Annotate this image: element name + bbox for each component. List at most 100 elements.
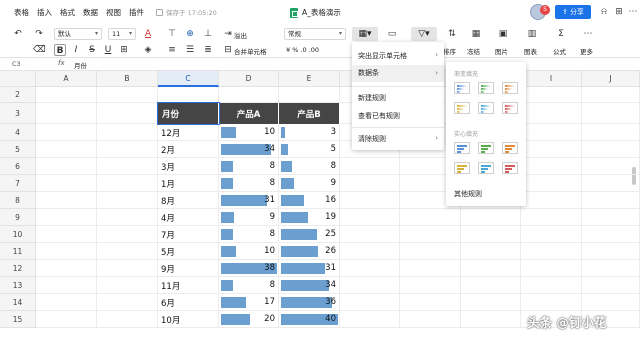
- cell[interactable]: [582, 103, 640, 124]
- fill-color-icon[interactable]: ◈: [142, 44, 154, 56]
- month-cell[interactable]: 11月: [158, 277, 219, 294]
- cell[interactable]: [461, 209, 521, 226]
- product-b-cell[interactable]: 36: [279, 294, 340, 311]
- month-cell[interactable]: 12月: [158, 124, 219, 141]
- cell[interactable]: [97, 175, 158, 192]
- cell[interactable]: [340, 243, 400, 260]
- number-format-select[interactable]: 常规 ▾: [284, 28, 346, 40]
- cell[interactable]: [36, 158, 97, 175]
- menu-data[interactable]: 数据: [79, 7, 102, 18]
- month-cell[interactable]: 8月: [158, 192, 219, 209]
- cell[interactable]: [582, 209, 640, 226]
- cell[interactable]: [582, 226, 640, 243]
- product-a-cell[interactable]: 31: [219, 192, 279, 209]
- row-header-5[interactable]: 5: [0, 141, 36, 158]
- cell[interactable]: [97, 277, 158, 294]
- menu-view[interactable]: 视图: [102, 7, 125, 18]
- product-b-cell[interactable]: 5: [279, 141, 340, 158]
- gradient-databar-icon[interactable]: [478, 82, 494, 94]
- cell[interactable]: [461, 243, 521, 260]
- row-header-4[interactable]: 4: [0, 124, 36, 141]
- cell[interactable]: [461, 277, 521, 294]
- cell[interactable]: [97, 124, 158, 141]
- row-header-9[interactable]: 9: [0, 209, 36, 226]
- sort-icon[interactable]: ⇅: [446, 28, 458, 40]
- month-cell[interactable]: 6月: [158, 294, 219, 311]
- wrap-label[interactable]: 溢出: [234, 30, 247, 40]
- gradient-databar-icon[interactable]: [454, 102, 470, 114]
- row-header-6[interactable]: 6: [0, 158, 36, 175]
- month-cell[interactable]: 1月: [158, 175, 219, 192]
- cell[interactable]: [279, 87, 340, 103]
- gradient-databar-icon[interactable]: [478, 102, 494, 114]
- row-header-8[interactable]: 8: [0, 192, 36, 209]
- cell[interactable]: [400, 243, 461, 260]
- product-b-cell[interactable]: 25: [279, 226, 340, 243]
- solid-databar-icon[interactable]: [502, 142, 518, 154]
- column-header-c[interactable]: C: [158, 71, 219, 87]
- cell[interactable]: [400, 209, 461, 226]
- cell[interactable]: [400, 226, 461, 243]
- border-icon[interactable]: ⊞: [118, 44, 130, 56]
- menu-data-bars[interactable]: 数据条: [352, 65, 444, 82]
- cell[interactable]: [461, 260, 521, 277]
- cell[interactable]: [36, 226, 97, 243]
- cell[interactable]: [521, 124, 582, 141]
- more-label[interactable]: 更多: [580, 46, 593, 56]
- cell[interactable]: [461, 226, 521, 243]
- cell[interactable]: [340, 277, 400, 294]
- product-b-cell[interactable]: 16: [279, 192, 340, 209]
- cell[interactable]: [97, 103, 158, 124]
- cell[interactable]: [340, 260, 400, 277]
- eraser-icon[interactable]: ⌫: [33, 44, 46, 56]
- font-family-select[interactable]: 默认 ▾: [54, 28, 102, 40]
- product-b-cell[interactable]: 9: [279, 175, 340, 192]
- row-header-15[interactable]: 15: [0, 311, 36, 328]
- cell[interactable]: [400, 260, 461, 277]
- more-tools-icon[interactable]: ⋯: [582, 28, 594, 40]
- cell[interactable]: [97, 209, 158, 226]
- menu-view-rules[interactable]: 查看已有规则: [358, 111, 400, 121]
- column-header-e[interactable]: E: [279, 71, 340, 87]
- dashboard-icon[interactable]: ⊞: [614, 7, 624, 17]
- cell[interactable]: [582, 175, 640, 192]
- cell[interactable]: [521, 87, 582, 103]
- wrap-icon[interactable]: ⇥: [222, 28, 234, 40]
- gradient-databar-icon[interactable]: [502, 82, 518, 94]
- month-cell[interactable]: 3月: [158, 158, 219, 175]
- align-center-icon[interactable]: ☰: [184, 44, 196, 56]
- cell[interactable]: [582, 141, 640, 158]
- month-cell[interactable]: 4月: [158, 209, 219, 226]
- cell[interactable]: [521, 175, 582, 192]
- conditional-format-button[interactable]: ▦▾: [352, 27, 378, 41]
- cell[interactable]: [219, 87, 279, 103]
- product-a-cell[interactable]: 10: [219, 124, 279, 141]
- product-a-cell[interactable]: 8: [219, 175, 279, 192]
- cell[interactable]: [36, 260, 97, 277]
- month-cell[interactable]: 7月: [158, 226, 219, 243]
- column-header-j[interactable]: J: [582, 71, 640, 87]
- currency-format-button[interactable]: ¥ % .0 .00: [286, 46, 319, 54]
- cell[interactable]: [36, 243, 97, 260]
- column-header-b[interactable]: B: [97, 71, 158, 87]
- product-b-cell[interactable]: 3: [279, 124, 340, 141]
- formula-icon[interactable]: Σ: [555, 28, 567, 40]
- cell[interactable]: [582, 294, 640, 311]
- bold-button[interactable]: B: [54, 44, 66, 56]
- image-label[interactable]: 图片: [495, 46, 508, 56]
- column-header-d[interactable]: D: [219, 71, 279, 87]
- cell[interactable]: [340, 158, 400, 175]
- header-product-b[interactable]: 产品B: [279, 103, 340, 124]
- cell[interactable]: [582, 243, 640, 260]
- product-a-cell[interactable]: 8: [219, 277, 279, 294]
- cell[interactable]: [521, 209, 582, 226]
- align-middle-icon[interactable]: ⊕: [184, 28, 196, 40]
- gradient-databar-icon[interactable]: [502, 102, 518, 114]
- row-header-13[interactable]: 13: [0, 277, 36, 294]
- sort-label[interactable]: 排序: [443, 46, 456, 56]
- cell[interactable]: [340, 226, 400, 243]
- align-right-icon[interactable]: ≣: [202, 44, 214, 56]
- cell[interactable]: [97, 141, 158, 158]
- freeze-label[interactable]: 冻结: [467, 46, 480, 56]
- cell[interactable]: [36, 311, 97, 328]
